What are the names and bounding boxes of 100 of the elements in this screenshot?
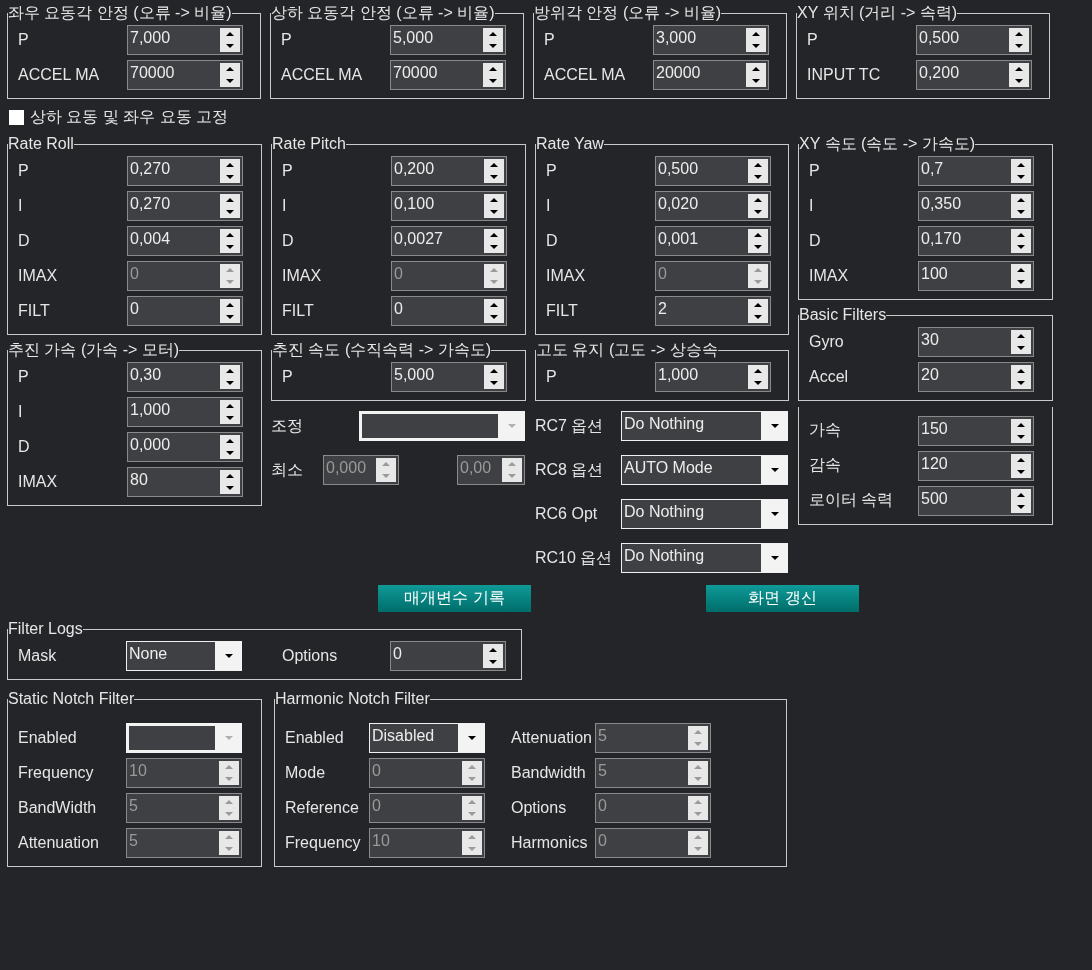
spin-buttons[interactable]	[220, 364, 240, 389]
number-field[interactable]: 0,350	[918, 190, 1034, 221]
action-button[interactable]: 매개변수 기록	[378, 585, 531, 612]
number-field[interactable]: 0,100	[391, 190, 507, 221]
spin-buttons[interactable]	[748, 193, 768, 218]
number-field[interactable]: 80	[127, 466, 243, 497]
field-label: RC10 옵션	[535, 547, 614, 568]
action-button[interactable]: 화면 갱신	[706, 585, 859, 612]
spin-buttons[interactable]	[1011, 453, 1031, 478]
number-field[interactable]: 120	[918, 450, 1034, 481]
field-label: P	[18, 367, 30, 386]
dropdown-button[interactable]	[761, 500, 788, 528]
spin-buttons[interactable]	[1009, 27, 1029, 52]
spin-buttons[interactable]	[1011, 158, 1031, 183]
spin-buttons[interactable]	[220, 434, 240, 459]
number-field[interactable]: 0,30	[127, 361, 243, 392]
dropdown-button[interactable]	[761, 456, 788, 484]
field-label: P	[809, 161, 821, 180]
dropdown-button[interactable]	[215, 641, 242, 670]
number-field[interactable]: 0,0027	[391, 225, 507, 256]
spin-buttons[interactable]	[220, 228, 240, 253]
dropdown[interactable]: AUTO Mode	[621, 455, 788, 485]
dropdown-button[interactable]	[761, 412, 788, 440]
number-field[interactable]: 0,001	[655, 225, 771, 256]
dropdown-button[interactable]	[761, 544, 788, 572]
field-label: I	[546, 196, 552, 215]
spin-buttons[interactable]	[484, 193, 504, 218]
spin-buttons[interactable]	[1011, 418, 1031, 443]
number-field[interactable]: 150	[918, 415, 1034, 446]
field-label: FILT	[546, 301, 579, 320]
number-field[interactable]: 0,004	[127, 225, 243, 256]
number-field[interactable]: 0,270	[127, 155, 243, 186]
spin-buttons[interactable]	[220, 27, 240, 52]
number-field[interactable]: 5,000	[391, 361, 507, 392]
number-field[interactable]: 30	[918, 326, 1034, 357]
spin-buttons[interactable]	[748, 228, 768, 253]
dropdown-button[interactable]	[458, 723, 485, 752]
dropdown[interactable]: Do Nothing	[621, 411, 788, 441]
number-field[interactable]: 0,200	[916, 59, 1032, 90]
spin-buttons[interactable]	[1011, 193, 1031, 218]
spin-buttons[interactable]	[748, 158, 768, 183]
field-label: Accel	[809, 367, 850, 386]
caret-icon	[467, 735, 476, 740]
group-title: 상하 요동각 안정 (오류 -> 비율)	[271, 4, 495, 22]
number-field[interactable]: 20000	[653, 59, 769, 90]
spin-buttons[interactable]	[484, 298, 504, 323]
spin-buttons[interactable]	[484, 364, 504, 389]
number-field[interactable]: 0,000	[127, 431, 243, 462]
number-field[interactable]: 0,200	[391, 155, 507, 186]
number-field[interactable]: 1,000	[127, 396, 243, 427]
number-field[interactable]: 100	[918, 260, 1034, 291]
spin-buttons[interactable]	[1011, 263, 1031, 288]
number-field[interactable]: 0,020	[655, 190, 771, 221]
number-field[interactable]: 70000	[127, 59, 243, 90]
dropdown[interactable]: Do Nothing	[621, 543, 788, 573]
spin-buttons[interactable]	[746, 27, 766, 52]
number-field[interactable]: 0,7	[918, 155, 1034, 186]
group-title: 추진 가속 (가속 -> 모터)	[8, 341, 180, 359]
number-field[interactable]: 2	[655, 295, 771, 326]
spin-buttons[interactable]	[1009, 62, 1029, 87]
spin-buttons[interactable]	[748, 298, 768, 323]
checkbox[interactable]	[9, 109, 24, 125]
field-label: P	[282, 161, 294, 180]
number-field[interactable]: 0,500	[916, 24, 1032, 55]
dropdown[interactable]: None	[126, 640, 242, 671]
number-field[interactable]: 0	[127, 295, 243, 326]
spin-buttons[interactable]	[220, 399, 240, 424]
spin-buttons[interactable]	[484, 158, 504, 183]
field-label: IMAX	[18, 472, 59, 491]
number-field[interactable]: 5,000	[390, 24, 506, 55]
number-field[interactable]: 1,000	[655, 361, 771, 392]
spin-buttons[interactable]	[220, 62, 240, 87]
number-field[interactable]: 7,000	[127, 24, 243, 55]
number-field[interactable]: 0	[390, 640, 506, 671]
spin-buttons[interactable]	[484, 228, 504, 253]
spin-buttons[interactable]	[1011, 364, 1031, 389]
number-field[interactable]: 500	[918, 485, 1034, 516]
spin-buttons[interactable]	[748, 364, 768, 389]
spin-buttons[interactable]	[483, 27, 503, 52]
number-field[interactable]: 20	[918, 361, 1034, 392]
dropdown[interactable]: Disabled	[369, 722, 485, 753]
spin-buttons[interactable]	[220, 193, 240, 218]
spin-buttons[interactable]	[483, 62, 503, 87]
number-field[interactable]: 0,500	[655, 155, 771, 186]
spin-buttons[interactable]	[1011, 228, 1031, 253]
number-field[interactable]: 3,000	[653, 24, 769, 55]
number-field[interactable]: 0,170	[918, 225, 1034, 256]
spin-buttons[interactable]	[220, 158, 240, 183]
spin-buttons[interactable]	[746, 62, 766, 87]
number-field[interactable]: 70000	[390, 59, 506, 90]
spin-buttons[interactable]	[1011, 488, 1031, 513]
field-label: 로이터 속력	[809, 490, 895, 510]
field-label: Mode	[285, 763, 327, 782]
number-field[interactable]: 0,270	[127, 190, 243, 221]
dropdown[interactable]: Do Nothing	[621, 499, 788, 529]
spin-buttons[interactable]	[483, 643, 503, 668]
spin-buttons[interactable]	[220, 469, 240, 494]
spin-buttons[interactable]	[1011, 329, 1031, 354]
number-field[interactable]: 0	[391, 295, 507, 326]
spin-buttons[interactable]	[220, 298, 240, 323]
